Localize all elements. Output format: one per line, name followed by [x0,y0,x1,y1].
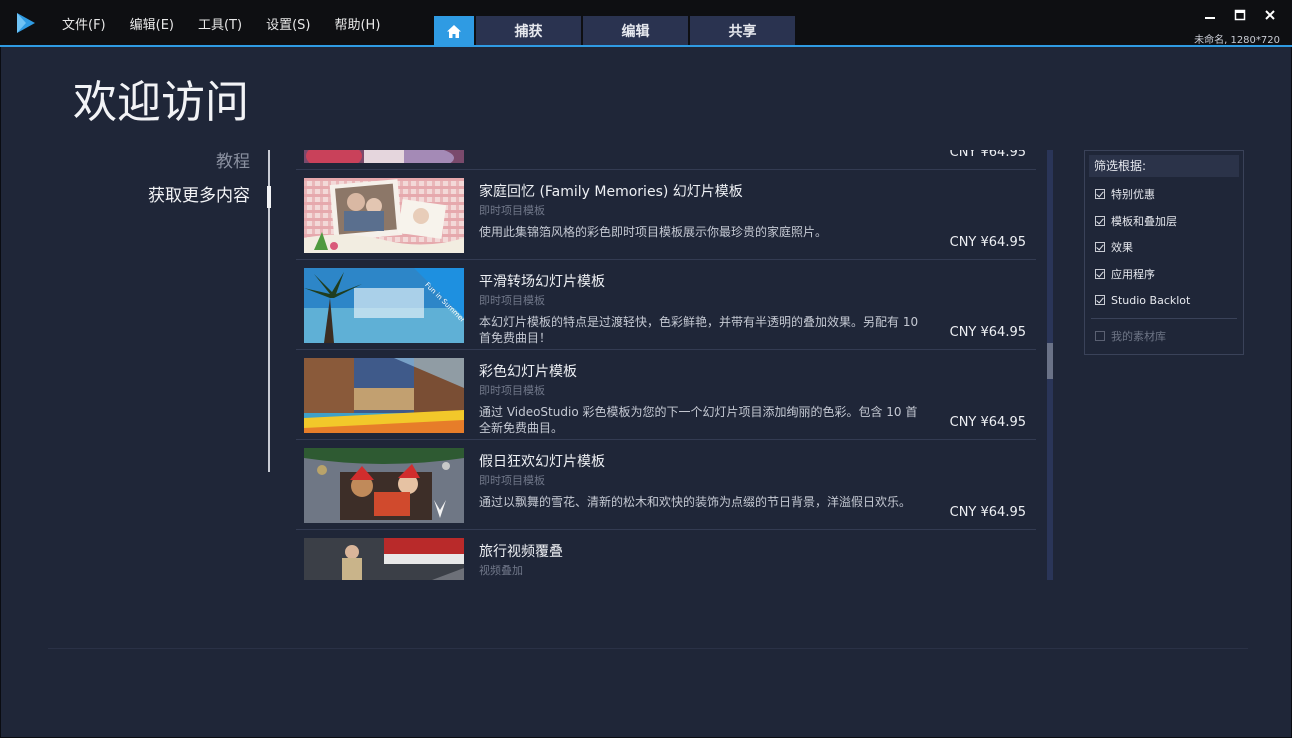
tab-capture[interactable]: 捕获 [476,16,581,46]
filter-option-label: Studio Backlot [1111,293,1191,307]
product-price: CNY ¥64.95 [949,415,1026,430]
filter-option-templates-overlays[interactable]: 模板和叠加层 [1085,208,1243,235]
list-item[interactable]: CNY ¥64.95 [296,150,1036,170]
product-name: 假日狂欢幻灯片模板 [479,454,605,470]
window-controls [1202,6,1278,24]
product-category: 视频叠加 [479,564,523,577]
filter-panel: 筛选根据: 特别优惠 模板和叠加层 效果 应用程序 Studio Backlot… [1084,150,1244,355]
checkbox-unchecked-icon[interactable] [1095,330,1105,341]
product-price: CNY ¥64.95 [949,150,1026,160]
filter-option-effects[interactable]: 效果 [1085,234,1243,261]
checkbox-checked-icon[interactable] [1095,268,1105,279]
product-description: 使用此集锦箔风格的彩色即时项目模板展示你最珍贵的家庭照片。 [479,225,828,239]
maximize-icon [1234,9,1246,21]
list-item[interactable]: 彩色幻灯片模板 即时项目模板 通过 VideoStudio 彩色模板为您的下一个… [296,350,1036,440]
product-price: CNY ¥64.95 [949,235,1026,250]
page-title: 欢迎访问 [73,77,249,128]
filter-heading: 筛选根据: [1089,155,1239,177]
product-name: 平滑转场幻灯片模板 [479,274,605,290]
close-icon [1265,10,1275,20]
filter-option-label: 效果 [1111,241,1133,255]
filter-divider [1091,317,1237,319]
checkbox-checked-icon[interactable] [1095,189,1105,200]
list-scrollbar-thumb[interactable] [1047,343,1053,379]
menu-edit[interactable]: 编辑(E) [130,14,174,33]
nav-tutorials[interactable]: 教程 [120,150,268,184]
minimize-button[interactable] [1202,6,1218,24]
filter-option-special-offers[interactable]: 特别优惠 [1085,181,1243,208]
footer-divider [48,648,1248,649]
list-item[interactable]: 假日狂欢幻灯片模板 即时项目模板 通过以飘舞的雪花、清新的松木和欢快的装饰为点缀… [296,440,1036,530]
minimize-icon [1205,17,1215,19]
filter-option-label: 应用程序 [1111,267,1155,281]
home-icon [447,24,461,38]
welcome-nav: 教程 获取更多内容 [120,150,271,472]
tab-home[interactable] [434,16,474,46]
filter-option-label: 模板和叠加层 [1111,214,1177,228]
menu-settings[interactable]: 设置(S) [266,14,310,33]
product-price: CNY ¥64.95 [949,325,1026,340]
workspace-tabs: 捕获 编辑 共享 [434,16,795,46]
product-description: 通过以飘舞的雪花、清新的松木和欢快的装饰为点缀的节日背景，洋溢假日欢乐。 [479,495,912,509]
checkbox-checked-icon[interactable] [1095,215,1105,226]
product-name: 家庭回忆 (Family Memories) 幻灯片模板 [479,184,743,200]
menu-tools[interactable]: 工具(T) [198,14,242,33]
product-name: 彩色幻灯片模板 [479,364,577,380]
menu-bar: 文件(F) 编辑(E) 工具(T) 设置(S) 帮助(H) [62,14,380,33]
list-item[interactable]: 旅行视频覆叠 视频叠加 [296,530,1036,580]
product-category: 即时项目模板 [479,384,545,397]
menu-file[interactable]: 文件(F) [62,14,106,33]
product-price: CNY ¥64.95 [949,505,1026,520]
filter-option-label: 特别优惠 [1111,188,1155,202]
tab-edit[interactable]: 编辑 [583,16,688,46]
checkbox-checked-icon[interactable] [1095,295,1105,306]
title-bar: 文件(F) 编辑(E) 工具(T) 设置(S) 帮助(H) 捕获 编辑 共享 未… [0,0,1292,46]
product-category: 即时项目模板 [479,294,545,307]
filter-option-studio-backlot[interactable]: Studio Backlot [1085,287,1243,314]
product-description: 本幻灯片模板的特点是过渡轻快，色彩鲜艳，并带有半透明的叠加效果。另配有 10 首… [479,315,919,345]
close-button[interactable] [1262,6,1278,24]
checkbox-checked-icon[interactable] [1095,242,1105,253]
product-thumbnail [304,150,464,163]
accent-divider [0,45,1292,47]
list-item[interactable]: Fun in Summer Time 平滑转场幻灯片模板 即时项目模板 本幻灯片… [296,260,1036,350]
product-category: 即时项目模板 [479,204,545,217]
product-list: CNY ¥64.95 家庭回忆 (Family Memories) 幻灯片模板 … [296,150,1036,580]
product-description: 通过 VideoStudio 彩色模板为您的下一个幻灯片项目添加绚丽的色彩。包含… [479,405,918,435]
product-thumbnail [304,178,464,253]
filter-option-my-library[interactable]: 我的素材库 [1085,323,1243,350]
product-thumbnail: Fun in Summer Time [304,268,464,343]
filter-option-applications[interactable]: 应用程序 [1085,261,1243,288]
product-thumbnail [304,538,464,580]
app-logo-icon [17,13,35,33]
product-thumbnail [304,358,464,433]
product-category: 即时项目模板 [479,474,545,487]
nav-get-more[interactable]: 获取更多内容 [120,184,271,218]
filter-option-label: 我的素材库 [1111,329,1166,343]
list-item[interactable]: 家庭回忆 (Family Memories) 幻灯片模板 即时项目模板 使用此集… [296,170,1036,260]
project-info: 未命名, 1280*720 [1194,35,1280,46]
maximize-button[interactable] [1232,6,1248,24]
product-thumbnail [304,448,464,523]
tab-share[interactable]: 共享 [690,16,795,46]
product-name: 旅行视频覆叠 [479,544,563,560]
menu-help[interactable]: 帮助(H) [334,14,380,33]
